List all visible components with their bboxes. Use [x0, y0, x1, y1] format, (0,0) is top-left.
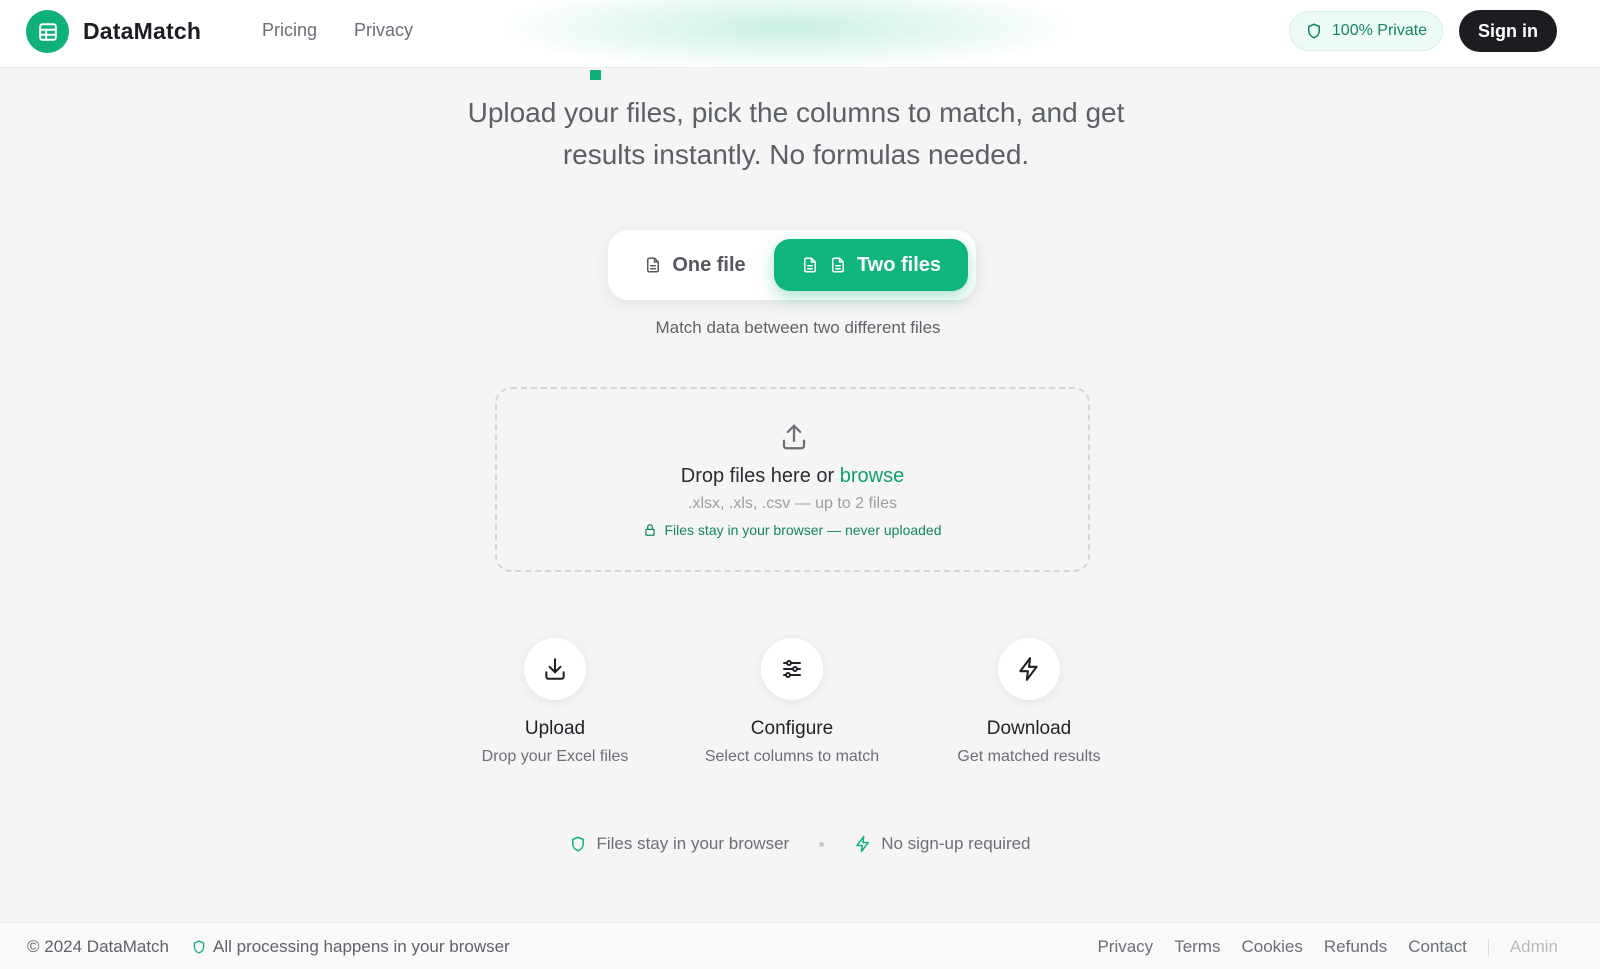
step-upload-title: Upload — [524, 718, 586, 739]
one-file-option[interactable]: One file — [620, 239, 770, 291]
private-badge-label: 100% Private — [1331, 22, 1428, 39]
shield-icon — [193, 940, 205, 954]
footer-cookies-link[interactable]: Cookies — [1241, 937, 1302, 957]
footer: © 2024 DataMatch All processing happens … — [0, 922, 1600, 969]
step-configure: Configure Select columns to match — [692, 638, 892, 766]
footer-processing-note: All processing happens in your browser — [191, 937, 510, 957]
lightning-icon — [856, 835, 870, 853]
footer-left: © 2024 DataMatch All processing happens … — [27, 937, 510, 957]
footer-links: Privacy Terms Cookies Refunds Contact Ad… — [1097, 937, 1558, 957]
dropzone-privacy-text: Files stay in your browser — never uploa… — [664, 522, 942, 538]
lock-icon — [645, 524, 656, 536]
nav-privacy-link[interactable]: Privacy — [354, 20, 413, 41]
step-download-description: Get matched results — [957, 748, 1101, 765]
step-download-title: Download — [986, 718, 1072, 739]
brand-link[interactable]: DataMatch — [26, 10, 201, 53]
hero-subtitle-line1: Upload your files, pick the columns to m… — [467, 97, 1125, 128]
file-mode-toggle: One file Two files — [608, 230, 976, 300]
accent-mark — [590, 70, 601, 80]
step-configure-title: Configure — [750, 718, 834, 739]
hero-subtitle-line2: results instantly. No formulas needed. — [562, 139, 1030, 170]
file-icon — [803, 257, 816, 273]
footer-processing-text: All processing happens in your browser — [213, 937, 510, 956]
trust-separator — [819, 841, 825, 847]
brand-name: DataMatch — [83, 18, 202, 44]
dropzone-prompt-text: Drop files here or — [680, 465, 840, 487]
step-download: Download Get matched results — [929, 638, 1129, 766]
footer-refunds-link[interactable]: Refunds — [1324, 937, 1387, 957]
shield-icon — [572, 836, 585, 852]
download-icon — [524, 638, 586, 700]
dropzone-file-types: .xlsx, .xls, .csv — up to 2 files — [688, 495, 897, 512]
footer-divider — [1487, 938, 1489, 956]
dropzone-privacy-note: Files stay in your browser — never uploa… — [497, 522, 1088, 538]
step-upload-description: Drop your Excel files — [481, 748, 629, 765]
step-configure-description: Select columns to match — [704, 748, 880, 765]
browse-link[interactable]: browse — [840, 465, 904, 487]
two-files-label: Two files — [856, 253, 942, 276]
lightning-icon — [998, 638, 1060, 700]
shield-icon — [1307, 23, 1320, 39]
footer-terms-link[interactable]: Terms — [1174, 937, 1220, 957]
copyright-text: © 2024 DataMatch — [27, 937, 169, 956]
two-files-option[interactable]: Two files — [774, 239, 968, 291]
one-file-label: One file — [672, 253, 746, 276]
table-icon — [26, 10, 69, 53]
trust-signup-item: No sign-up required — [854, 834, 1031, 854]
trust-line: Files stay in your browser No sign-up re… — [0, 834, 1600, 854]
nav-pricing-link[interactable]: Pricing — [262, 20, 317, 41]
file-icon — [831, 257, 844, 273]
file-dropzone[interactable]: Drop files here or browse .xlsx, .xls, .… — [495, 387, 1090, 572]
trust-signup-text: No sign-up required — [881, 834, 1031, 853]
step-upload: Upload Drop your Excel files — [455, 638, 655, 766]
dropzone-prompt: Drop files here or browse — [497, 465, 1088, 488]
private-badge: 100% Private — [1289, 11, 1443, 51]
page: DataMatch Pricing Privacy 100% Private S… — [0, 0, 1600, 969]
top-header: DataMatch Pricing Privacy 100% Private S… — [0, 0, 1600, 68]
trust-browser-text: Files stay in your browser — [596, 834, 790, 853]
file-icon — [647, 257, 660, 273]
main-nav: Pricing Privacy — [262, 20, 413, 41]
sliders-icon — [761, 638, 823, 700]
header-glow — [510, 0, 1065, 68]
sign-in-button[interactable]: Sign in — [1459, 10, 1557, 52]
footer-admin-link[interactable]: Admin — [1510, 937, 1558, 957]
footer-contact-link[interactable]: Contact — [1408, 937, 1467, 957]
upload-icon — [779, 422, 809, 457]
mode-description: Match data between two different files — [655, 318, 941, 337]
footer-privacy-link[interactable]: Privacy — [1097, 937, 1153, 957]
trust-browser-item: Files stay in your browser — [569, 834, 789, 854]
hero-subtitle: Upload your files, pick the columns to m… — [400, 92, 1192, 176]
